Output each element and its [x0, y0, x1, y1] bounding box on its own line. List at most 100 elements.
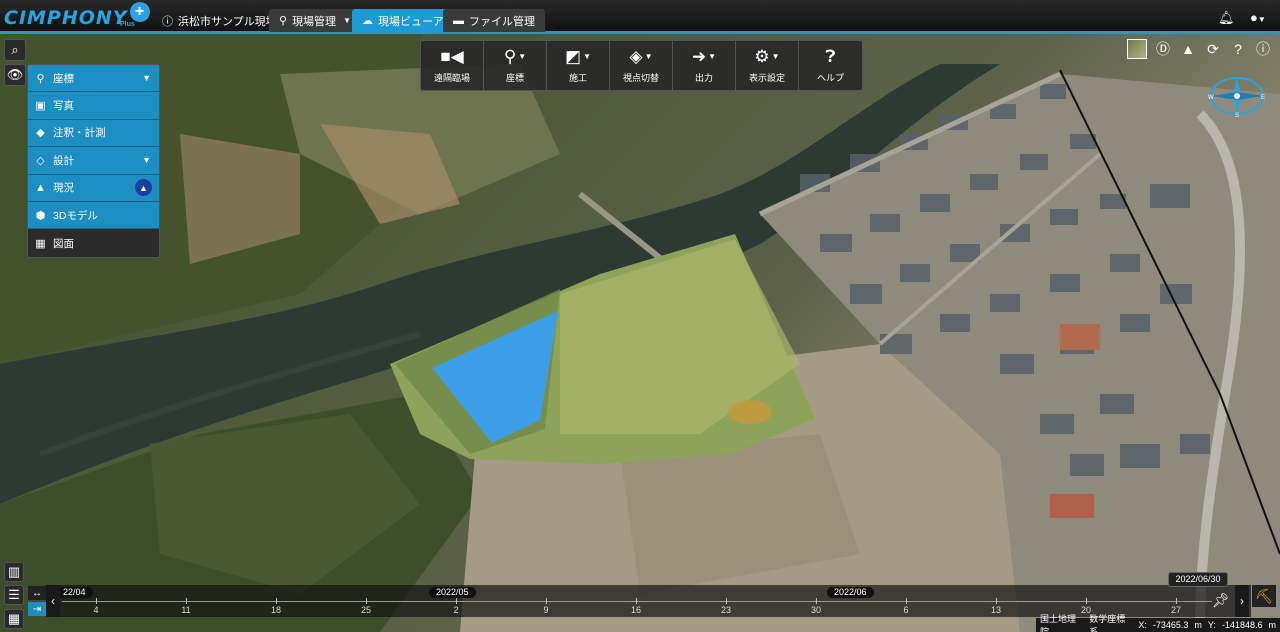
timeline-tick: [1176, 598, 1177, 604]
calendar-button[interactable]: ▦: [4, 609, 24, 629]
design-icon: ◇: [36, 154, 45, 167]
viewpoint-switch-button[interactable]: ◈ ▼ 視点切替: [610, 41, 673, 90]
photo-icon: ▣: [35, 100, 46, 113]
timeline-tick: [1086, 598, 1087, 604]
visibility-button[interactable]: 👁︎: [4, 64, 26, 86]
timeline-expand-button[interactable]: ↔: [28, 586, 46, 600]
chevron-down-icon: ▼: [142, 155, 151, 166]
calendar-icon: ▦: [7, 611, 21, 626]
coordinates-button[interactable]: ⚲ ▼ 座標: [484, 41, 547, 90]
logo-text: CIMPHONY: [4, 7, 128, 29]
svg-text:W: W: [1208, 95, 1214, 101]
timeline-tick: [276, 598, 277, 604]
tool-label: 出力: [694, 73, 713, 83]
timeline-tick: [546, 598, 547, 604]
timeline-tick: [906, 598, 907, 604]
map-source: 国土地理院: [1040, 614, 1077, 632]
app-logo[interactable]: CIMPHONY + Plus: [4, 2, 150, 30]
pin-icon[interactable]: 📌︎: [1212, 592, 1230, 609]
x-unit: m: [1194, 620, 1202, 630]
menu-item-label: 写真: [53, 100, 74, 113]
cube-icon: ⬢: [35, 209, 46, 222]
remote-inspection-button[interactable]: ■◀ 遠隔臨場: [421, 41, 484, 90]
logo-plus-icon: +: [129, 2, 150, 22]
menu-item-coordinates[interactable]: ⚲ 座標 ▼: [28, 65, 159, 93]
bell-icon[interactable]: 🔔︎: [1218, 10, 1235, 26]
search-button[interactable]: ⌕: [4, 39, 26, 61]
tab-label: 現場管理: [292, 15, 337, 28]
tool-label: 視点切替: [622, 73, 659, 83]
timeline-day: 27: [1170, 605, 1182, 615]
help-circle-icon[interactable]: ?: [1228, 39, 1248, 59]
refresh-icon[interactable]: ⟳: [1203, 39, 1223, 59]
lightbulb-icon[interactable]: ⓘ: [1253, 39, 1273, 59]
main-toolbar: ■◀ 遠隔臨場 ⚲ ▼ 座標 ◩ ▼ 施工 ◈ ▼ 視点切替 ➜ ▼ 出力 ⚙ ▼ 表示設…: [420, 40, 863, 91]
timeline-day: 13: [990, 605, 1002, 615]
user-icon[interactable]: ●▼: [1250, 10, 1266, 25]
menu-item-3d-model[interactable]: ⬢ 3Dモデル: [28, 201, 159, 230]
compass-icon[interactable]: W E S: [1207, 74, 1267, 118]
tool-label: 座標: [505, 73, 524, 83]
basemap-thumbnail-button[interactable]: [1127, 39, 1147, 59]
menu-item-design[interactable]: ◇ 設計 ▼: [28, 147, 159, 175]
layer-menu: ⚲ 座標 ▼ ▣ 写真 ◆ 注釈・計測 ◇ 設計 ▼ ▲ 現況 ▲ ⬢ 3Dモデ…: [27, 64, 160, 258]
app-root: CIMPHONY + Plus ⓘ 浜松市サンプル現場 ⚲ 現場管理 ▼ ☁ 現…: [0, 0, 1280, 632]
2d-3d-toggle-icon[interactable]: Ⓓ: [1153, 39, 1173, 59]
menu-item-label: 図面: [53, 237, 74, 250]
timeline-day: 23: [720, 605, 732, 615]
tab-file-management[interactable]: ▬ ファイル管理: [443, 9, 545, 32]
drawing-icon: ▦: [35, 237, 46, 250]
x-label: X:: [1138, 620, 1147, 630]
timeline-day: 2: [453, 605, 459, 615]
timeline-tick: [366, 598, 367, 604]
tab-site-management[interactable]: ⚲ 現場管理 ▼: [269, 9, 361, 32]
tool-label: 施工: [568, 73, 587, 83]
caret-down-icon: ▼: [343, 16, 351, 25]
menu-item-drawings[interactable]: ▦ 図面: [28, 229, 159, 257]
timeline-range-button[interactable]: ⇥: [28, 602, 46, 616]
sliders-button[interactable]: ☰: [4, 585, 24, 605]
site-name: 浜松市サンプル現場: [178, 15, 277, 28]
timeline-day: 16: [630, 605, 642, 615]
menu-item-label: 3Dモデル: [53, 209, 98, 222]
gear-icon: ⚙ ▼: [754, 47, 780, 66]
pyramid-badge-icon[interactable]: ▲: [135, 179, 152, 197]
excavator-button[interactable]: ⛏: [1252, 585, 1276, 607]
timeline-tick: [636, 598, 637, 604]
timeline-prev-button[interactable]: ‹: [46, 585, 60, 617]
menu-item-annotations[interactable]: ◆ 注釈・計測: [28, 119, 159, 148]
menu-item-label: 現況: [53, 182, 74, 195]
export-button[interactable]: ➜ ▼ 出力: [673, 41, 736, 90]
timeline-day: 18: [270, 605, 282, 615]
help-icon: ❓︎: [825, 47, 836, 66]
tab-site-viewer[interactable]: ☁ 現場ビューア: [352, 9, 454, 32]
timeline-tick: [726, 598, 727, 604]
tool-label: ヘルプ: [816, 73, 844, 83]
range-icon: ⇥: [32, 603, 42, 615]
arrows-horizontal-icon: ↔: [32, 587, 42, 599]
viewpoint-icon: ◈ ▼: [629, 47, 653, 66]
chart-button[interactable]: ▥: [4, 562, 24, 582]
timeline-month: 22/04: [56, 587, 93, 598]
site-selector[interactable]: ⓘ 浜松市サンプル現場: [152, 9, 287, 32]
menu-item-current-state[interactable]: ▲ 現況 ▲: [28, 174, 159, 202]
timeline-month: 2022/06: [827, 587, 874, 598]
eye-icon: 👁︎: [6, 67, 24, 82]
construction-button[interactable]: ◩ ▼ 施工: [547, 41, 610, 90]
coordinate-system[interactable]: 数学座標系: [1089, 612, 1132, 632]
timeline-tick: [186, 598, 187, 604]
timeline-next-button[interactable]: ›: [1235, 585, 1249, 617]
timeline-day: 25: [360, 605, 372, 615]
help-button[interactable]: ❓︎ ヘルプ: [799, 41, 862, 90]
menu-item-photos[interactable]: ▣ 写真: [28, 92, 159, 120]
y-value: -141848.6: [1221, 620, 1263, 630]
terrain-view-icon[interactable]: ▲: [1178, 39, 1198, 59]
timeline-day: 4: [93, 605, 99, 615]
camera-icon: ■◀: [440, 47, 464, 66]
map-viewport[interactable]: [0, 34, 1280, 632]
timeline-day: 6: [903, 605, 909, 615]
tag-icon: ◆: [36, 127, 45, 140]
chevron-right-icon: ›: [1240, 594, 1244, 608]
info-icon: ⓘ: [162, 15, 173, 28]
display-settings-button[interactable]: ⚙ ▼ 表示設定: [736, 41, 799, 90]
